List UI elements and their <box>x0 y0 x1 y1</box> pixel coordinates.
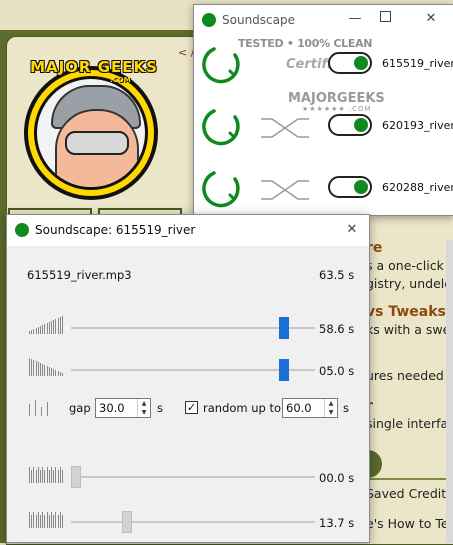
slider-value: 05.0 s <box>319 364 355 378</box>
toggle-knob <box>354 56 368 70</box>
site-article-text[interactable]: ks with a swe <box>366 322 450 337</box>
site-divider <box>366 478 453 486</box>
app-icon <box>202 13 216 27</box>
flat-wave-icon <box>29 465 65 483</box>
gap-unit: s <box>157 401 163 415</box>
slider-value: 13.7 s <box>319 516 355 530</box>
sound-name-label[interactable]: 620193_river <box>382 119 453 132</box>
volume-knob[interactable] <box>200 105 242 147</box>
volume-knob[interactable] <box>200 43 242 85</box>
spin-up-icon[interactable]: ▲ <box>325 399 337 408</box>
slider-track[interactable] <box>71 521 315 523</box>
detail-body: 615519_river.mp3 63.5 s gap 30.0 ▲ ▼ s ✓… <box>7 246 369 542</box>
sound-row: 615519_river <box>194 39 453 99</box>
maximize-icon <box>379 11 391 22</box>
gap-label: gap <box>69 401 91 415</box>
enable-toggle[interactable] <box>328 176 372 198</box>
site-article-text[interactable]: s a one-click <box>366 258 444 273</box>
site-article-text[interactable]: e's How to Te <box>366 516 449 531</box>
volume-knob[interactable] <box>200 167 242 209</box>
sound-name-label[interactable]: 615519_river <box>382 57 453 70</box>
site-scrollbar[interactable] <box>446 240 453 543</box>
gap-value: 30.0 <box>99 401 125 415</box>
random-value: 60.0 <box>286 401 312 415</box>
glasses-shape <box>65 131 129 155</box>
majorgeeks-logo[interactable]: MAJOR GEEKS .COM <box>12 52 172 202</box>
slider-value: 58.6 s <box>319 322 355 336</box>
toggle-knob <box>354 118 368 132</box>
site-article-text[interactable]: vs Tweaks <box>366 304 446 320</box>
site-article-text[interactable]: gistry, undele <box>366 276 452 291</box>
site-breadcrumb-arrow[interactable]: < / <box>178 46 194 59</box>
gap-wave-icon <box>29 398 53 416</box>
spin-down-icon[interactable]: ▼ <box>325 408 337 417</box>
site-tab-strip <box>8 206 192 216</box>
detail-window-title: Soundscape: 615519_river <box>35 223 196 237</box>
minimize-button[interactable]: — <box>344 9 366 29</box>
crossfade-icon[interactable] <box>260 177 310 203</box>
enable-toggle[interactable] <box>328 114 372 136</box>
slider-track[interactable] <box>71 476 315 478</box>
soundscape-detail-window: Soundscape: 615519_river ✕ 615519_river.… <box>6 214 370 543</box>
random-spinbox[interactable]: 60.0 ▲ ▼ <box>282 398 338 418</box>
sound-name-label[interactable]: 620288_river <box>382 181 453 194</box>
logo-text: MAJOR GEEKS <box>30 58 158 76</box>
rising-wave-icon <box>29 316 65 334</box>
falling-wave-icon <box>29 358 65 376</box>
random-label[interactable]: random up to <box>203 401 281 415</box>
file-duration: 63.5 s <box>319 268 355 282</box>
spin-down-icon[interactable]: ▼ <box>138 408 150 417</box>
spin-up-icon[interactable]: ▲ <box>138 399 150 408</box>
window-title: Soundscape <box>222 13 295 27</box>
detail-close-button[interactable]: ✕ <box>341 220 363 240</box>
detail-title-bar[interactable]: Soundscape: 615519_river ✕ <box>7 215 369 246</box>
title-bar[interactable]: Soundscape — ✕ <box>194 5 453 35</box>
close-button[interactable]: ✕ <box>420 9 442 29</box>
maximize-button[interactable] <box>374 9 396 29</box>
toggle-knob <box>354 180 368 194</box>
gap-spin-arrows[interactable]: ▲ ▼ <box>137 399 150 417</box>
crossfade-icon[interactable] <box>260 115 310 141</box>
gap-spinbox[interactable]: 30.0 ▲ ▼ <box>95 398 151 418</box>
slider-thumb[interactable] <box>279 317 290 339</box>
slider-thumb[interactable] <box>71 466 81 488</box>
logo-mascot <box>34 76 148 190</box>
logo-com-text: .COM <box>110 76 131 84</box>
soundscape-main-window: Soundscape — ✕ TESTED • 100% CLEAN Certi… <box>193 4 453 216</box>
enable-toggle[interactable] <box>328 52 372 74</box>
slider-thumb[interactable] <box>279 359 290 381</box>
flat-wave-icon <box>29 510 65 528</box>
site-article-text[interactable]: Saved Credit <box>366 486 446 501</box>
file-name: 615519_river.mp3 <box>27 268 132 282</box>
slider-thumb[interactable] <box>122 511 133 533</box>
app-icon <box>15 223 29 237</box>
site-article-text[interactable]: single interfa <box>366 416 448 431</box>
random-spin-arrows[interactable]: ▲ ▼ <box>324 399 337 417</box>
random-checkbox[interactable]: ✓ <box>185 401 198 414</box>
site-article-text[interactable]: ures needed <box>366 368 444 383</box>
random-unit: s <box>343 401 349 415</box>
sound-row: 620193_river <box>194 101 453 161</box>
slider-value: 00.0 s <box>319 471 355 485</box>
